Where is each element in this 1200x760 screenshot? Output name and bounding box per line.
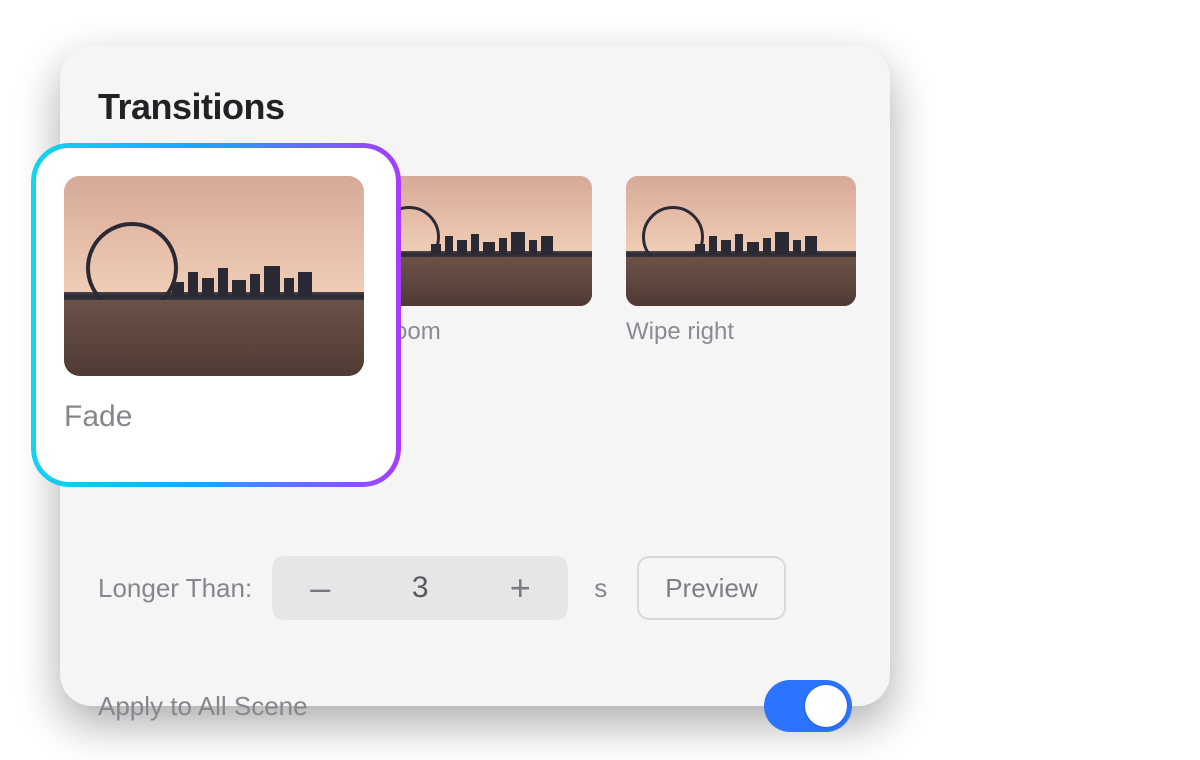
transition-label: Wipe right — [626, 318, 856, 346]
transition-thumbnail — [64, 176, 364, 376]
duration-row: Longer Than: – 3 + s Preview — [98, 556, 852, 620]
transition-item-wipe-right[interactable]: Wipe right — [626, 176, 856, 346]
transition-thumbnail — [362, 176, 592, 306]
preview-button[interactable]: Preview — [637, 556, 785, 620]
duration-label: Longer Than: — [98, 573, 252, 604]
increment-button[interactable]: + — [480, 556, 560, 620]
transition-label: Fade — [64, 400, 368, 434]
toggle-knob — [805, 685, 847, 727]
transition-thumbnail — [626, 176, 856, 306]
duration-value[interactable]: 3 — [360, 571, 480, 605]
panel-title: Transitions — [98, 86, 852, 128]
transition-item-fade-zoom[interactable]: e zoom — [362, 176, 592, 346]
apply-all-label: Apply to All Scene — [98, 691, 308, 722]
transition-label: e zoom — [362, 318, 592, 346]
decrement-button[interactable]: – — [280, 556, 360, 620]
apply-all-row: Apply to All Scene — [98, 680, 852, 732]
apply-all-toggle[interactable] — [764, 680, 852, 732]
duration-unit: s — [594, 573, 607, 604]
duration-stepper: – 3 + — [272, 556, 568, 620]
transition-item-selected[interactable]: Fade — [36, 148, 396, 482]
